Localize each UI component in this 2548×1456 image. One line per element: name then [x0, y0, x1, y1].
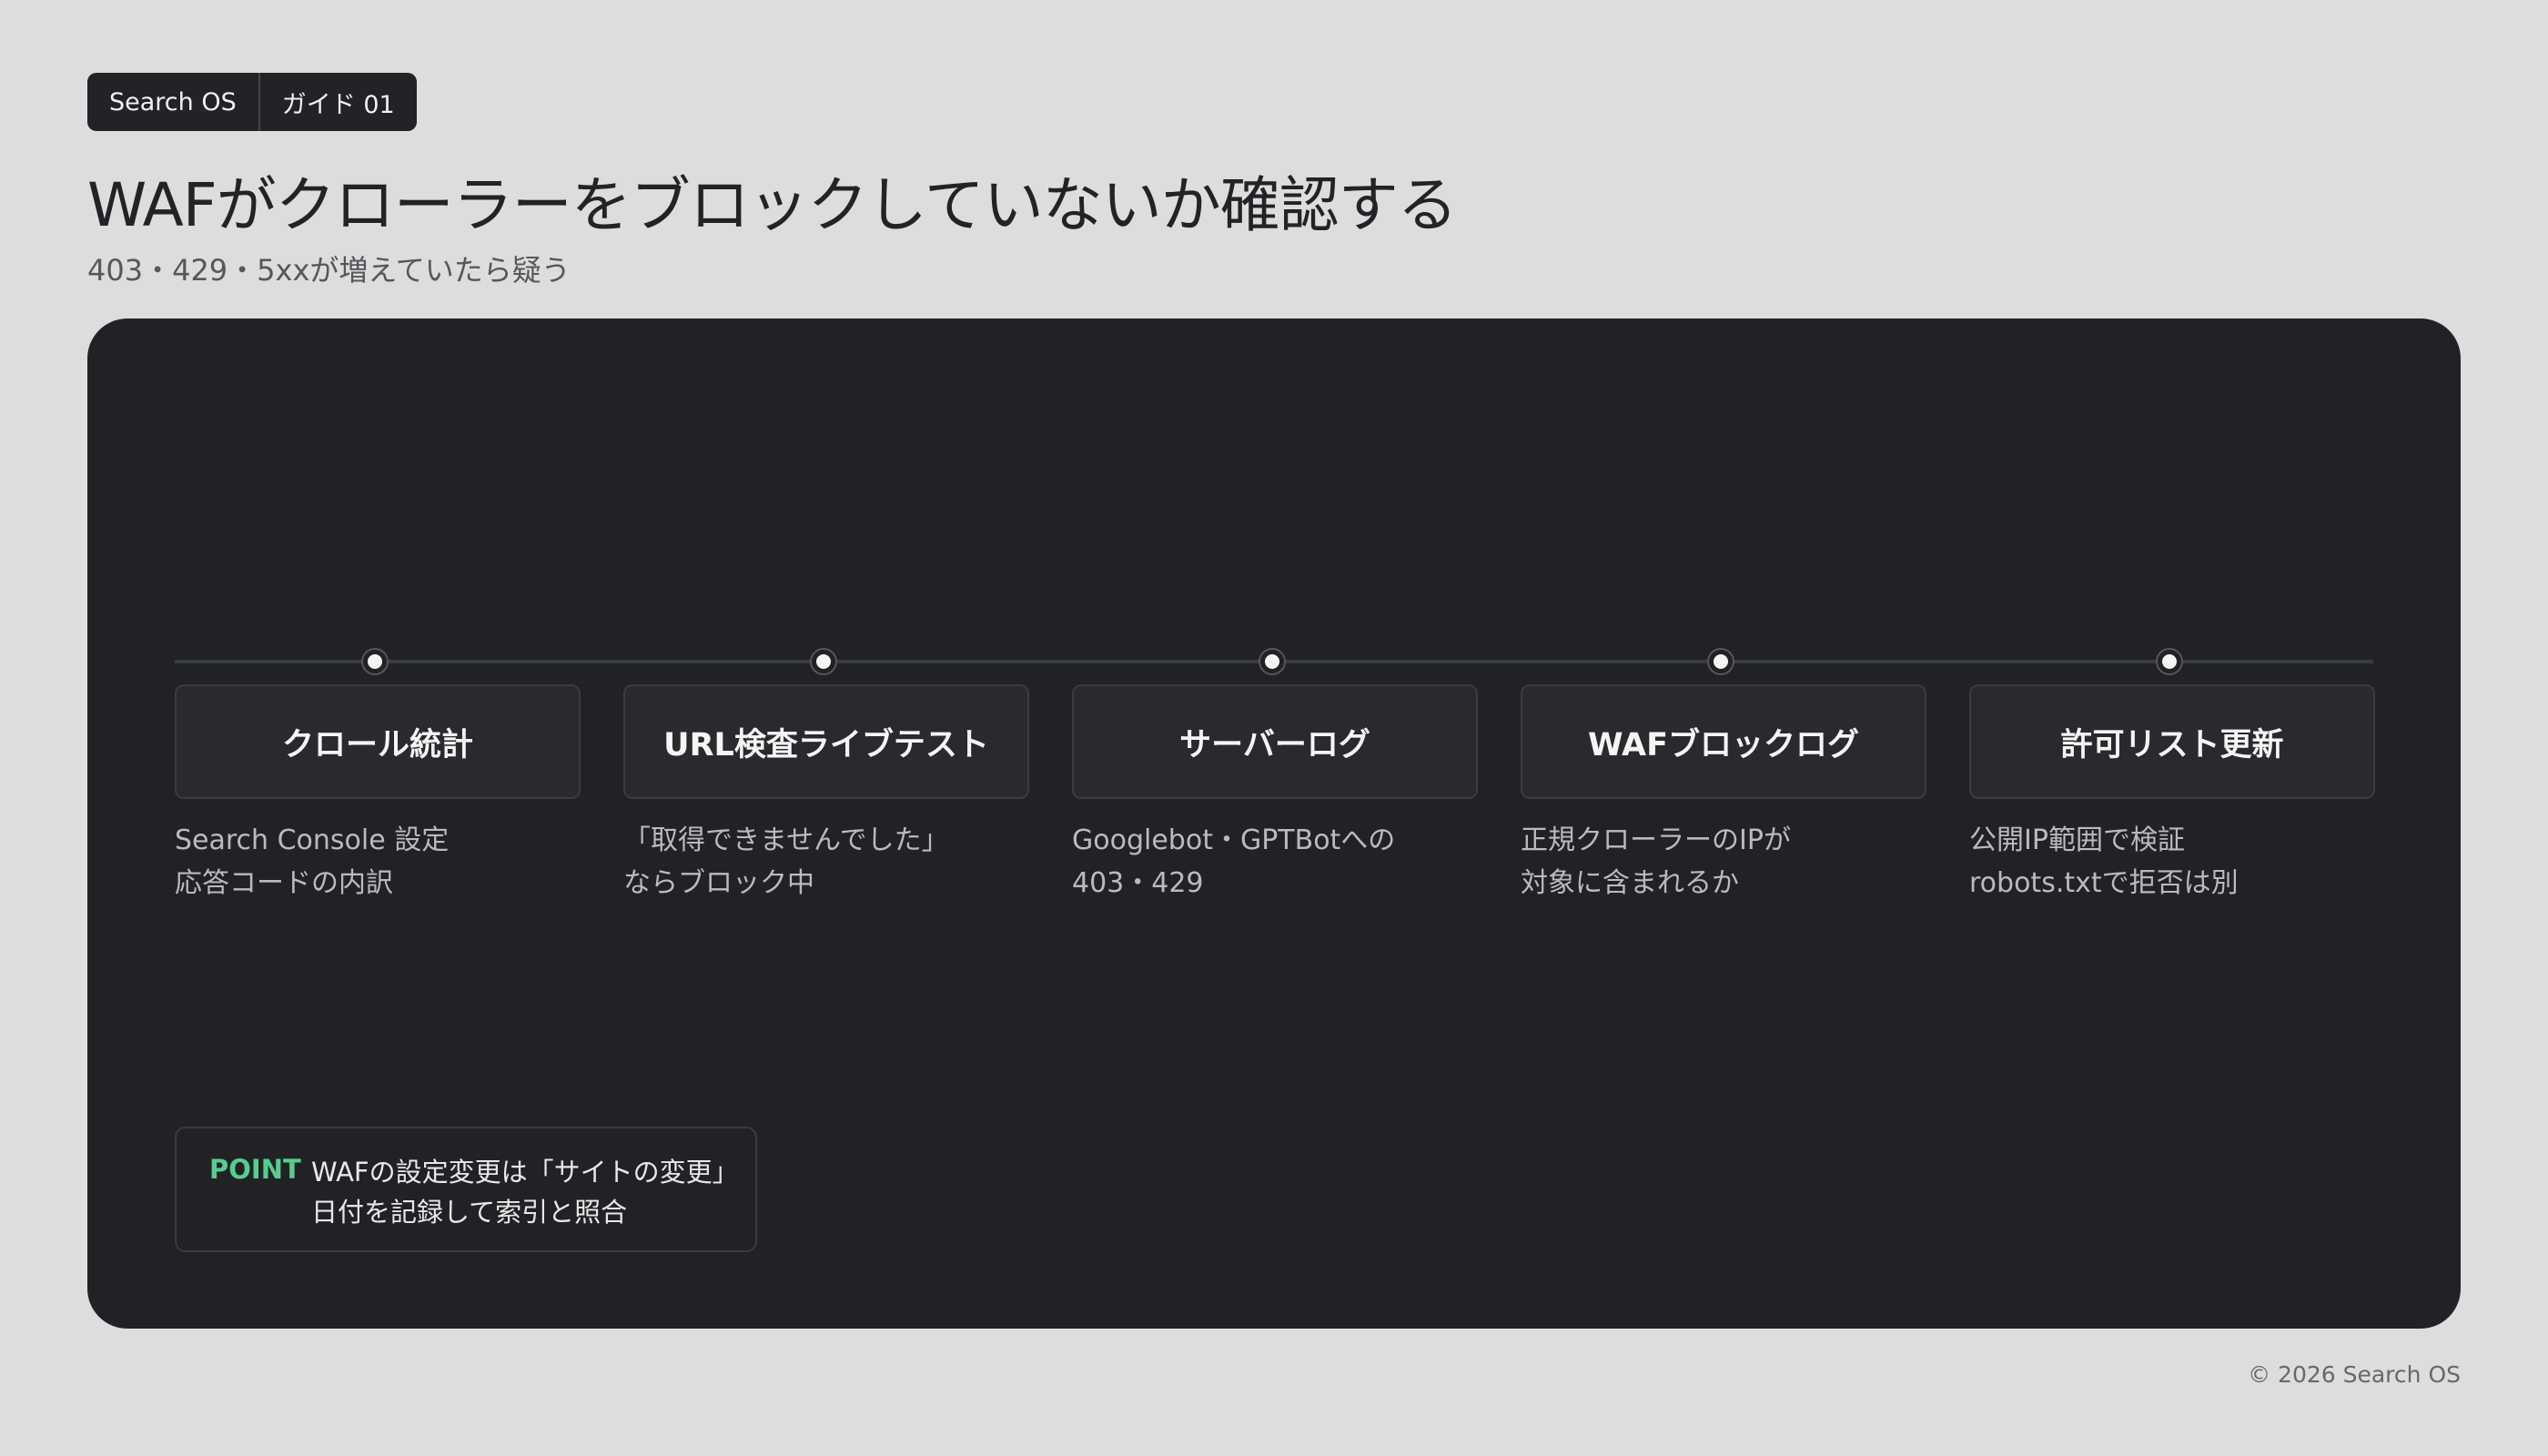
point-text: WAFの設定変更は「サイトの変更」 日付を記録して索引と照合	[311, 1152, 739, 1232]
brand-tag: Search OS	[109, 87, 237, 116]
page-title: WAFがクローラーをブロックしていないか確認する	[87, 170, 1458, 240]
step-title: WAFブロックログ	[1521, 684, 1926, 799]
step-title: 許可リスト更新	[1969, 684, 2375, 799]
step-description-line: 正規クローラーのIPが	[1521, 824, 1791, 856]
step-title: クロール統計	[175, 684, 581, 799]
step-description: 公開IP範囲で検証 robots.txtで拒否は別	[1969, 819, 2388, 905]
timeline-dot	[363, 650, 387, 673]
step-description-line: robots.txtで拒否は別	[1969, 867, 2239, 899]
step-description-line: Search Console 設定	[175, 824, 450, 856]
step-description-line: 応答コードの内訳	[175, 867, 393, 899]
step-title: URL検査ライブテスト	[623, 684, 1029, 799]
point-label: POINT	[209, 1154, 301, 1185]
page-subtitle: 403・429・5xxが増えていたら疑う	[87, 253, 571, 288]
point-text-line: 日付を記録して索引と照合	[311, 1197, 628, 1228]
step-description: Googlebot・GPTBotへの 403・429	[1072, 819, 1491, 905]
step-description-line: ならブロック中	[623, 867, 814, 899]
step-description: 「取得できませんでした」 ならブロック中	[623, 819, 1042, 905]
timeline-dot	[812, 650, 835, 673]
step-description-line: Googlebot・GPTBotへの	[1072, 824, 1396, 856]
step-description-line: 「取得できませんでした」	[623, 824, 949, 856]
timeline-dot	[1260, 650, 1284, 673]
point-callout: POINT WAFの設定変更は「サイトの変更」 日付を記録して索引と照合	[175, 1127, 757, 1252]
point-text-line: WAFの設定変更は「サイトの変更」	[311, 1157, 739, 1188]
step-description: 正規クローラーのIPが 対象に含まれるか	[1521, 819, 1939, 905]
step-description-line: 対象に含まれるか	[1521, 867, 1739, 899]
flow-panel: クロール統計 Search Console 設定 応答コードの内訳 URL検査ラ…	[87, 318, 2461, 1329]
timeline-dot	[1709, 650, 1733, 673]
step-description: Search Console 設定 応答コードの内訳	[175, 819, 593, 905]
step-description-line: 403・429	[1072, 867, 1204, 899]
timeline-dot	[2158, 650, 2181, 673]
guide-number-tag: ガイド 01	[258, 73, 417, 131]
step-description-line: 公開IP範囲で検証	[1969, 824, 2185, 856]
copyright-footer: © 2026 Search OS	[2248, 1361, 2461, 1388]
step-title: サーバーログ	[1072, 684, 1478, 799]
breadcrumb-tags: Search OS ガイド 01	[87, 73, 417, 131]
